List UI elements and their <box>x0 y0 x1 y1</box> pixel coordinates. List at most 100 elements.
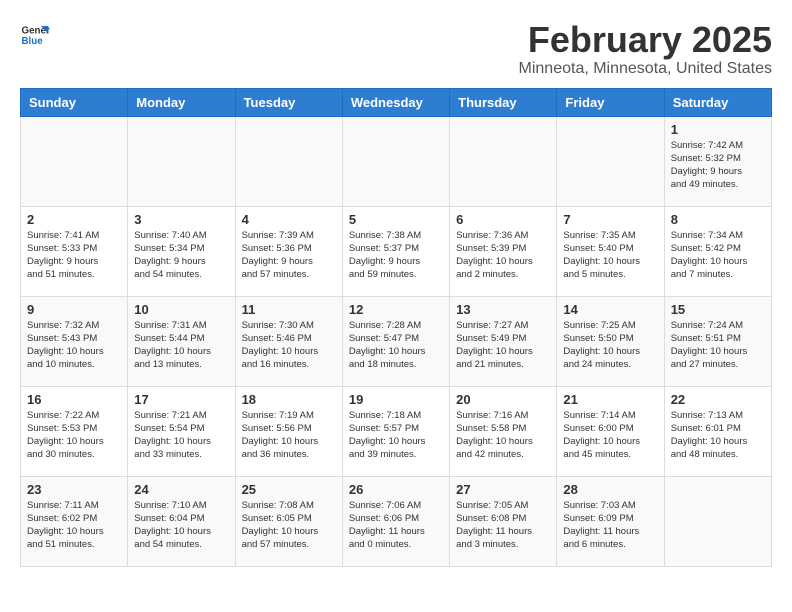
day-cell: 6 Sunrise: 7:36 AM Sunset: 5:39 PM Daylig… <box>450 206 557 296</box>
day-number: 5 <box>349 212 443 227</box>
day-detail: Sunrise: 7:13 AM Sunset: 6:01 PM Dayligh… <box>671 409 765 462</box>
day-detail: Sunrise: 7:22 AM Sunset: 5:53 PM Dayligh… <box>27 409 121 462</box>
day-number: 13 <box>456 302 550 317</box>
page-header: General Blue February 2025 Minneota, Min… <box>20 20 772 78</box>
day-number: 28 <box>563 482 657 497</box>
calendar-table: SundayMondayTuesdayWednesdayThursdayFrid… <box>20 88 772 567</box>
day-cell: 23 Sunrise: 7:11 AM Sunset: 6:02 PM Dayli… <box>21 476 128 566</box>
day-detail: Sunrise: 7:24 AM Sunset: 5:51 PM Dayligh… <box>671 319 765 372</box>
logo-icon: General Blue <box>20 20 50 50</box>
day-cell: 12 Sunrise: 7:28 AM Sunset: 5:47 PM Dayli… <box>342 296 449 386</box>
day-number: 2 <box>27 212 121 227</box>
day-cell: 2 Sunrise: 7:41 AM Sunset: 5:33 PM Daylig… <box>21 206 128 296</box>
day-cell: 1 Sunrise: 7:42 AM Sunset: 5:32 PM Daylig… <box>664 116 771 206</box>
day-number: 24 <box>134 482 228 497</box>
week-row-5: 23 Sunrise: 7:11 AM Sunset: 6:02 PM Dayli… <box>21 476 772 566</box>
day-cell: 9 Sunrise: 7:32 AM Sunset: 5:43 PM Daylig… <box>21 296 128 386</box>
day-detail: Sunrise: 7:39 AM Sunset: 5:36 PM Dayligh… <box>242 229 336 282</box>
day-detail: Sunrise: 7:10 AM Sunset: 6:04 PM Dayligh… <box>134 499 228 552</box>
day-cell: 14 Sunrise: 7:25 AM Sunset: 5:50 PM Dayli… <box>557 296 664 386</box>
day-cell: 22 Sunrise: 7:13 AM Sunset: 6:01 PM Dayli… <box>664 386 771 476</box>
day-number: 26 <box>349 482 443 497</box>
day-detail: Sunrise: 7:35 AM Sunset: 5:40 PM Dayligh… <box>563 229 657 282</box>
day-detail: Sunrise: 7:31 AM Sunset: 5:44 PM Dayligh… <box>134 319 228 372</box>
day-detail: Sunrise: 7:06 AM Sunset: 6:06 PM Dayligh… <box>349 499 443 552</box>
weekday-header-row: SundayMondayTuesdayWednesdayThursdayFrid… <box>21 88 772 116</box>
day-number: 20 <box>456 392 550 407</box>
weekday-header-tuesday: Tuesday <box>235 88 342 116</box>
day-number: 15 <box>671 302 765 317</box>
calendar-title: February 2025 <box>519 20 772 60</box>
day-detail: Sunrise: 7:34 AM Sunset: 5:42 PM Dayligh… <box>671 229 765 282</box>
day-detail: Sunrise: 7:16 AM Sunset: 5:58 PM Dayligh… <box>456 409 550 462</box>
day-detail: Sunrise: 7:36 AM Sunset: 5:39 PM Dayligh… <box>456 229 550 282</box>
weekday-header-wednesday: Wednesday <box>342 88 449 116</box>
day-number: 16 <box>27 392 121 407</box>
weekday-header-saturday: Saturday <box>664 88 771 116</box>
day-detail: Sunrise: 7:40 AM Sunset: 5:34 PM Dayligh… <box>134 229 228 282</box>
weekday-header-monday: Monday <box>128 88 235 116</box>
day-number: 11 <box>242 302 336 317</box>
day-detail: Sunrise: 7:41 AM Sunset: 5:33 PM Dayligh… <box>27 229 121 282</box>
week-row-4: 16 Sunrise: 7:22 AM Sunset: 5:53 PM Dayli… <box>21 386 772 476</box>
day-number: 17 <box>134 392 228 407</box>
day-detail: Sunrise: 7:18 AM Sunset: 5:57 PM Dayligh… <box>349 409 443 462</box>
day-detail: Sunrise: 7:21 AM Sunset: 5:54 PM Dayligh… <box>134 409 228 462</box>
day-number: 18 <box>242 392 336 407</box>
day-cell: 3 Sunrise: 7:40 AM Sunset: 5:34 PM Daylig… <box>128 206 235 296</box>
day-cell: 8Sunrise: 7:34 AM Sunset: 5:42 PM Daylig… <box>664 206 771 296</box>
day-cell: 19 Sunrise: 7:18 AM Sunset: 5:57 PM Dayli… <box>342 386 449 476</box>
day-detail: Sunrise: 7:32 AM Sunset: 5:43 PM Dayligh… <box>27 319 121 372</box>
weekday-header-friday: Friday <box>557 88 664 116</box>
day-detail: Sunrise: 7:05 AM Sunset: 6:08 PM Dayligh… <box>456 499 550 552</box>
day-number: 3 <box>134 212 228 227</box>
day-number: 7 <box>563 212 657 227</box>
day-cell: 10 Sunrise: 7:31 AM Sunset: 5:44 PM Dayli… <box>128 296 235 386</box>
day-number: 12 <box>349 302 443 317</box>
day-number: 23 <box>27 482 121 497</box>
title-section: February 2025 Minneota, Minnesota, Unite… <box>519 20 772 78</box>
day-detail: Sunrise: 7:25 AM Sunset: 5:50 PM Dayligh… <box>563 319 657 372</box>
day-cell: 26 Sunrise: 7:06 AM Sunset: 6:06 PM Dayli… <box>342 476 449 566</box>
day-cell <box>342 116 449 206</box>
day-cell <box>128 116 235 206</box>
day-number: 27 <box>456 482 550 497</box>
week-row-2: 2 Sunrise: 7:41 AM Sunset: 5:33 PM Daylig… <box>21 206 772 296</box>
day-number: 14 <box>563 302 657 317</box>
logo: General Blue <box>20 20 50 50</box>
svg-text:Blue: Blue <box>22 36 44 47</box>
day-detail: Sunrise: 7:03 AM Sunset: 6:09 PM Dayligh… <box>563 499 657 552</box>
day-cell: 7 Sunrise: 7:35 AM Sunset: 5:40 PM Daylig… <box>557 206 664 296</box>
day-number: 1 <box>671 122 765 137</box>
day-detail: Sunrise: 7:30 AM Sunset: 5:46 PM Dayligh… <box>242 319 336 372</box>
day-detail: Sunrise: 7:38 AM Sunset: 5:37 PM Dayligh… <box>349 229 443 282</box>
day-cell: 28 Sunrise: 7:03 AM Sunset: 6:09 PM Dayli… <box>557 476 664 566</box>
day-number: 4 <box>242 212 336 227</box>
day-cell <box>664 476 771 566</box>
week-row-1: 1 Sunrise: 7:42 AM Sunset: 5:32 PM Daylig… <box>21 116 772 206</box>
day-cell: 27 Sunrise: 7:05 AM Sunset: 6:08 PM Dayli… <box>450 476 557 566</box>
day-detail: Sunrise: 7:28 AM Sunset: 5:47 PM Dayligh… <box>349 319 443 372</box>
day-cell <box>235 116 342 206</box>
day-detail: Sunrise: 7:27 AM Sunset: 5:49 PM Dayligh… <box>456 319 550 372</box>
day-number: 10 <box>134 302 228 317</box>
day-number: 25 <box>242 482 336 497</box>
day-number: 9 <box>27 302 121 317</box>
day-number: 19 <box>349 392 443 407</box>
day-cell: 11 Sunrise: 7:30 AM Sunset: 5:46 PM Dayli… <box>235 296 342 386</box>
day-cell <box>21 116 128 206</box>
day-cell <box>450 116 557 206</box>
calendar-subtitle: Minneota, Minnesota, United States <box>519 60 772 78</box>
day-number: 21 <box>563 392 657 407</box>
weekday-header-sunday: Sunday <box>21 88 128 116</box>
weekday-header-thursday: Thursday <box>450 88 557 116</box>
day-cell <box>557 116 664 206</box>
day-detail: Sunrise: 7:11 AM Sunset: 6:02 PM Dayligh… <box>27 499 121 552</box>
day-detail: Sunrise: 7:08 AM Sunset: 6:05 PM Dayligh… <box>242 499 336 552</box>
day-detail: Sunrise: 7:19 AM Sunset: 5:56 PM Dayligh… <box>242 409 336 462</box>
day-number: 6 <box>456 212 550 227</box>
day-detail: Sunrise: 7:42 AM Sunset: 5:32 PM Dayligh… <box>671 139 765 192</box>
day-number: 22 <box>671 392 765 407</box>
day-detail: Sunrise: 7:14 AM Sunset: 6:00 PM Dayligh… <box>563 409 657 462</box>
day-cell: 18 Sunrise: 7:19 AM Sunset: 5:56 PM Dayli… <box>235 386 342 476</box>
